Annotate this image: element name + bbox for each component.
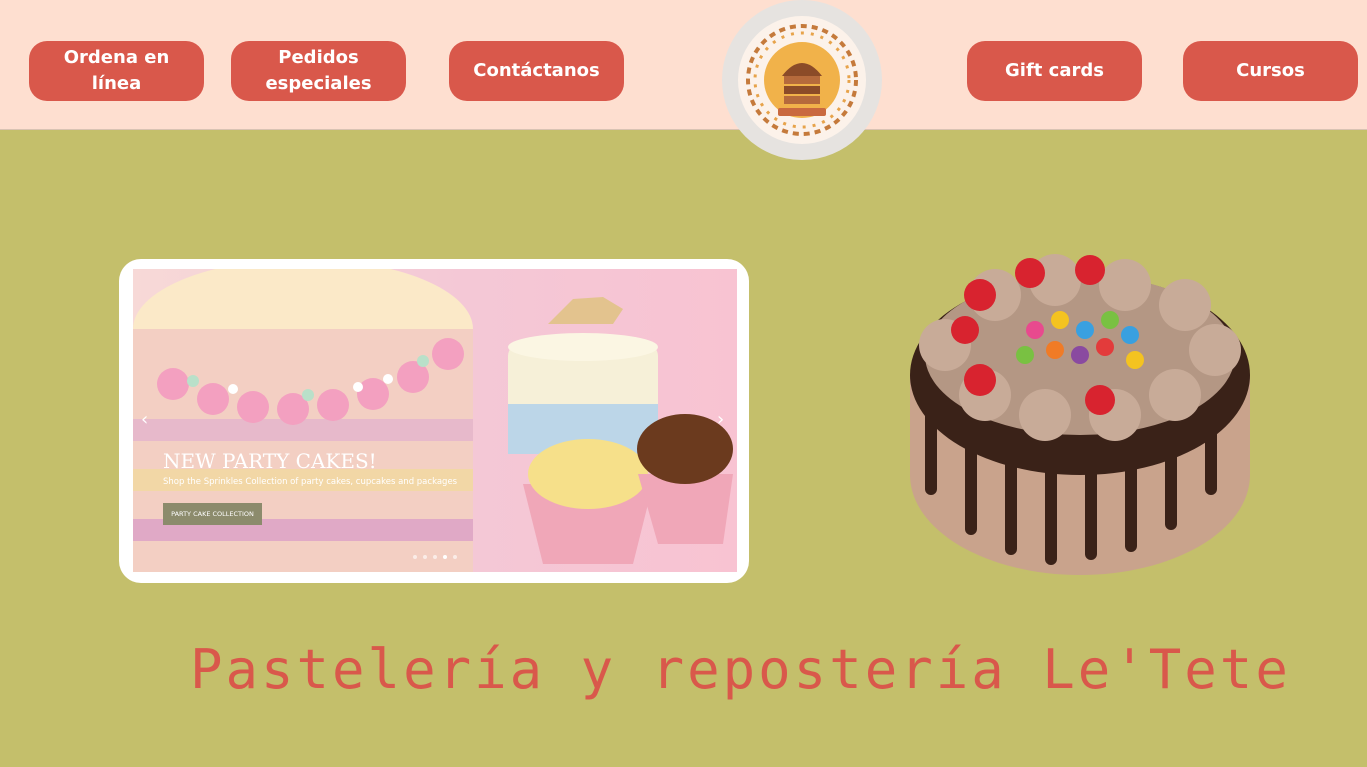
header: Ordena en línea Pedidos especiales Contá… [0, 0, 1367, 130]
slider-prev-arrow-icon[interactable]: ‹ [141, 409, 148, 430]
slider-dots [413, 555, 457, 559]
slider-dot-active[interactable] [443, 555, 447, 559]
cupcake-logo-icon [746, 24, 858, 136]
courses-button[interactable]: Cursos [1183, 41, 1358, 101]
gift-cards-button[interactable]: Gift cards [967, 41, 1142, 101]
chocolate-cake-image [905, 235, 1260, 590]
logo[interactable] [722, 0, 882, 160]
party-cakes-illustration [133, 269, 733, 572]
slider-next-arrow-icon[interactable]: › [717, 409, 724, 430]
slider-dot[interactable] [413, 555, 417, 559]
party-cake-collection-button[interactable]: PARTY CAKE COLLECTION [163, 503, 262, 525]
page-title: Pastelería y repostería Le'Tete [190, 638, 1291, 701]
contact-button[interactable]: Contáctanos [449, 41, 624, 101]
logo-badge [738, 16, 866, 144]
chocolate-cake-icon [910, 254, 1250, 575]
slide-title: NEW PARTY CAKES! [163, 449, 377, 473]
slider-dot[interactable] [453, 555, 457, 559]
promo-slide[interactable]: ‹ › NEW PARTY CAKES! Shop the Sprinkles … [133, 269, 737, 572]
slider-dot[interactable] [423, 555, 427, 559]
order-online-button[interactable]: Ordena en línea [29, 41, 204, 101]
slider-dot[interactable] [433, 555, 437, 559]
special-orders-button[interactable]: Pedidos especiales [231, 41, 406, 101]
slide-subtitle: Shop the Sprinkles Collection of party c… [163, 477, 458, 487]
